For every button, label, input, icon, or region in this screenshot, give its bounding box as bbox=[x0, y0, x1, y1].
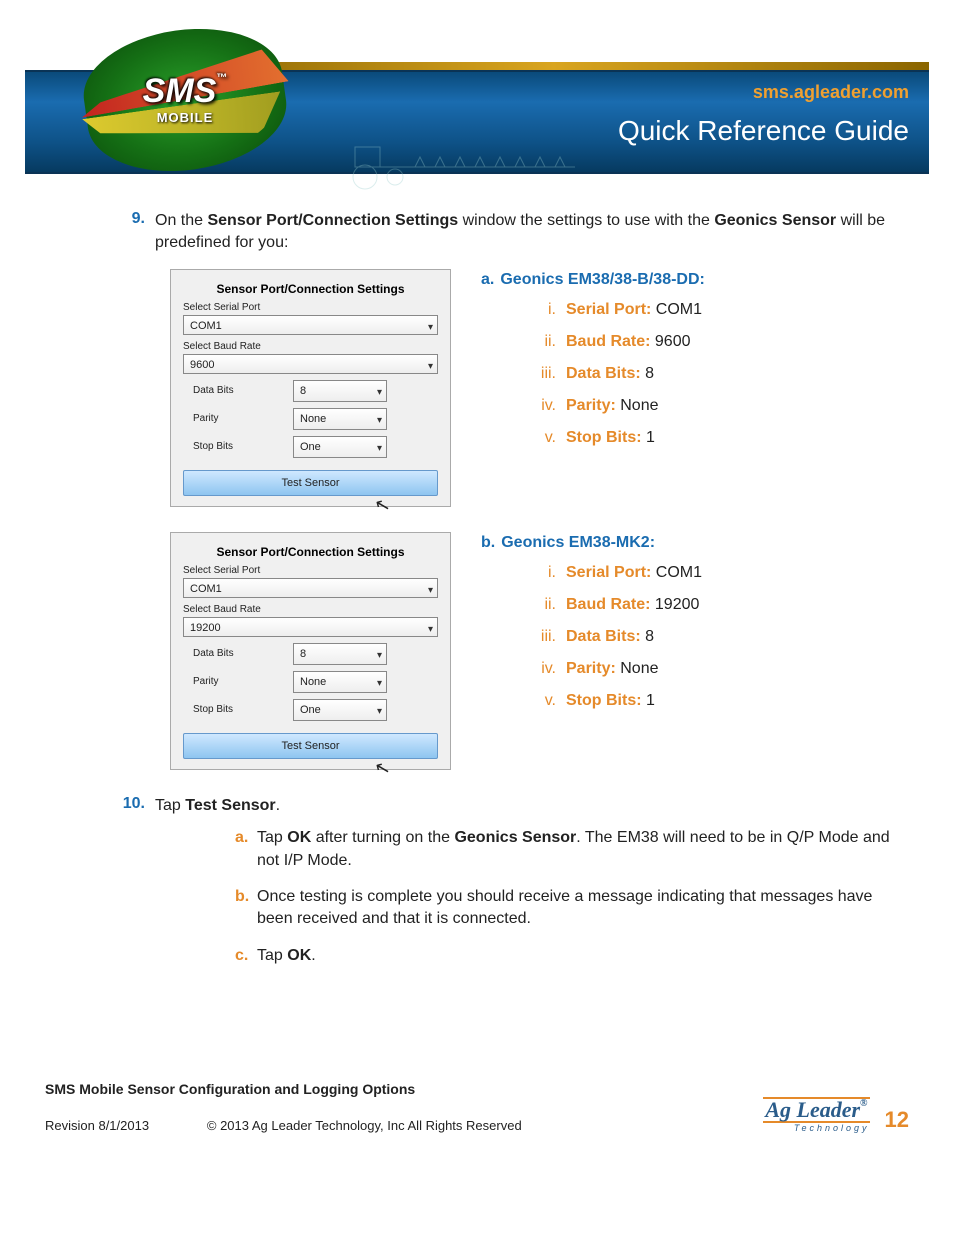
spec-value: COM1 bbox=[651, 301, 702, 318]
spec-label: Parity: bbox=[566, 660, 616, 677]
parity-label: Parity bbox=[193, 413, 293, 424]
substep-letter: c. bbox=[235, 945, 257, 967]
parity-combo[interactable]: None bbox=[293, 408, 387, 430]
roman-numeral: iii. bbox=[526, 628, 556, 646]
data-bits-combo[interactable]: 8 bbox=[293, 643, 387, 665]
spec-item: iii. Data Bits: 8 bbox=[526, 628, 702, 646]
step-number: 10. bbox=[115, 795, 145, 981]
dialog-title: Sensor Port/Connection Settings bbox=[183, 545, 438, 559]
roman-numeral: iv. bbox=[526, 397, 556, 415]
spec-item: iii. Data Bits: 8 bbox=[526, 365, 705, 383]
spec-value: 19200 bbox=[650, 596, 699, 613]
banner-url: sms.agleader.com bbox=[753, 82, 909, 103]
spec-list-a: a.Geonics EM38/38-B/38-DD: i.Serial Port… bbox=[481, 269, 705, 507]
stop-bits-label: Stop Bits bbox=[193, 704, 293, 715]
header-banner: SMS™ MOBILE sms.agleader.com Quick Refer… bbox=[25, 20, 929, 180]
spec-item: ii. Baud Rate: 19200 bbox=[526, 596, 702, 614]
page-footer: SMS Mobile Sensor Configuration and Logg… bbox=[45, 1081, 909, 1133]
roman-numeral: ii. bbox=[526, 596, 556, 614]
step-text: Tap Test Sensor. a.Tap OK after turning … bbox=[155, 795, 894, 981]
step-10: 10. Tap Test Sensor. a.Tap OK after turn… bbox=[115, 795, 894, 981]
spec-list-b: b.Geonics EM38-MK2: i.Serial Port: COM1i… bbox=[481, 532, 702, 770]
step-9: 9. On the Sensor Port/Connection Setting… bbox=[115, 210, 894, 255]
spec-value: 1 bbox=[642, 429, 655, 446]
roman-numeral: i. bbox=[526, 301, 556, 319]
cursor-icon: ↖ bbox=[372, 493, 392, 517]
data-bits-label: Data Bits bbox=[193, 648, 293, 659]
cursor-icon: ↖ bbox=[372, 756, 392, 780]
page-number: 12 bbox=[885, 1107, 909, 1133]
spec-item: v. Stop Bits: 1 bbox=[526, 429, 705, 447]
test-sensor-button[interactable]: Test Sensor bbox=[183, 733, 438, 759]
parity-label: Parity bbox=[193, 676, 293, 687]
baud-rate-combo[interactable]: 9600 bbox=[183, 354, 438, 374]
parity-combo[interactable]: None bbox=[293, 671, 387, 693]
serial-port-combo[interactable]: COM1 bbox=[183, 578, 438, 598]
sms-mobile-logo: SMS™ MOBILE bbox=[85, 30, 285, 170]
spec-value: 8 bbox=[641, 628, 654, 645]
spec-item: ii. Baud Rate: 9600 bbox=[526, 333, 705, 351]
data-bits-combo[interactable]: 8 bbox=[293, 380, 387, 402]
spec-label: Data Bits: bbox=[566, 628, 641, 645]
data-bits-label: Data Bits bbox=[193, 385, 293, 396]
spec-label: Stop Bits: bbox=[566, 692, 642, 709]
serial-port-label: Select Serial Port bbox=[183, 302, 438, 313]
roman-numeral: iv. bbox=[526, 660, 556, 678]
substep: a.Tap OK after turning on the Geonics Se… bbox=[235, 827, 894, 872]
spec-label: Serial Port: bbox=[566, 564, 651, 581]
stop-bits-combo[interactable]: One bbox=[293, 699, 387, 721]
stop-bits-label: Stop Bits bbox=[193, 441, 293, 452]
spec-item: iv. Parity: None bbox=[526, 660, 702, 678]
substep: c.Tap OK. bbox=[235, 945, 894, 967]
spec-label: Serial Port: bbox=[566, 301, 651, 318]
spec-label: Stop Bits: bbox=[566, 429, 642, 446]
spec-value: COM1 bbox=[651, 564, 702, 581]
spec-value: None bbox=[616, 397, 659, 414]
roman-numeral: i. bbox=[526, 564, 556, 582]
roman-numeral: iii. bbox=[526, 365, 556, 383]
page-content: 9. On the Sensor Port/Connection Setting… bbox=[75, 210, 894, 981]
serial-port-combo[interactable]: COM1 bbox=[183, 315, 438, 335]
stop-bits-combo[interactable]: One bbox=[293, 436, 387, 458]
footer-doc-title: SMS Mobile Sensor Configuration and Logg… bbox=[45, 1081, 909, 1097]
baud-rate-label: Select Baud Rate bbox=[183, 341, 438, 352]
substep: b.Once testing is complete you should re… bbox=[235, 886, 894, 931]
banner-title: Quick Reference Guide bbox=[618, 115, 909, 147]
spec-item: i. Serial Port: COM1 bbox=[526, 564, 702, 582]
spec-value: None bbox=[616, 660, 659, 677]
spec-value: 1 bbox=[642, 692, 655, 709]
banner-gold-stripe bbox=[179, 62, 929, 70]
spec-label: Baud Rate: bbox=[566, 596, 650, 613]
substep-text: Once testing is complete you should rece… bbox=[257, 886, 894, 931]
test-sensor-button[interactable]: Test Sensor bbox=[183, 470, 438, 496]
substep-text: Tap OK after turning on the Geonics Sens… bbox=[257, 827, 894, 872]
tractor-graphic bbox=[335, 132, 585, 192]
settings-dialog-a: Sensor Port/Connection Settings Select S… bbox=[170, 269, 451, 507]
dialog-title: Sensor Port/Connection Settings bbox=[183, 282, 438, 296]
roman-numeral: v. bbox=[526, 692, 556, 710]
spec-item: iv. Parity: None bbox=[526, 397, 705, 415]
footer-revision: Revision 8/1/2013 bbox=[45, 1118, 149, 1133]
spec-label: Data Bits: bbox=[566, 365, 641, 382]
spec-value: 9600 bbox=[650, 333, 690, 350]
substep-text: Tap OK. bbox=[257, 945, 316, 967]
baud-rate-label: Select Baud Rate bbox=[183, 604, 438, 615]
spec-value: 8 bbox=[641, 365, 654, 382]
roman-numeral: ii. bbox=[526, 333, 556, 351]
baud-rate-combo[interactable]: 19200 bbox=[183, 617, 438, 637]
serial-port-label: Select Serial Port bbox=[183, 565, 438, 576]
substep-letter: b. bbox=[235, 886, 257, 931]
footer-copyright: © 2013 Ag Leader Technology, Inc All Rig… bbox=[207, 1118, 522, 1133]
roman-numeral: v. bbox=[526, 429, 556, 447]
agleader-logo: Ag Leader® Technology bbox=[763, 1097, 869, 1133]
spec-label: Parity: bbox=[566, 397, 616, 414]
settings-dialog-b: Sensor Port/Connection Settings Select S… bbox=[170, 532, 451, 770]
step-number: 9. bbox=[115, 210, 145, 255]
substep-letter: a. bbox=[235, 827, 257, 872]
step-text: On the Sensor Port/Connection Settings w… bbox=[155, 210, 894, 255]
spec-item: i. Serial Port: COM1 bbox=[526, 301, 705, 319]
spec-label: Baud Rate: bbox=[566, 333, 650, 350]
spec-item: v. Stop Bits: 1 bbox=[526, 692, 702, 710]
